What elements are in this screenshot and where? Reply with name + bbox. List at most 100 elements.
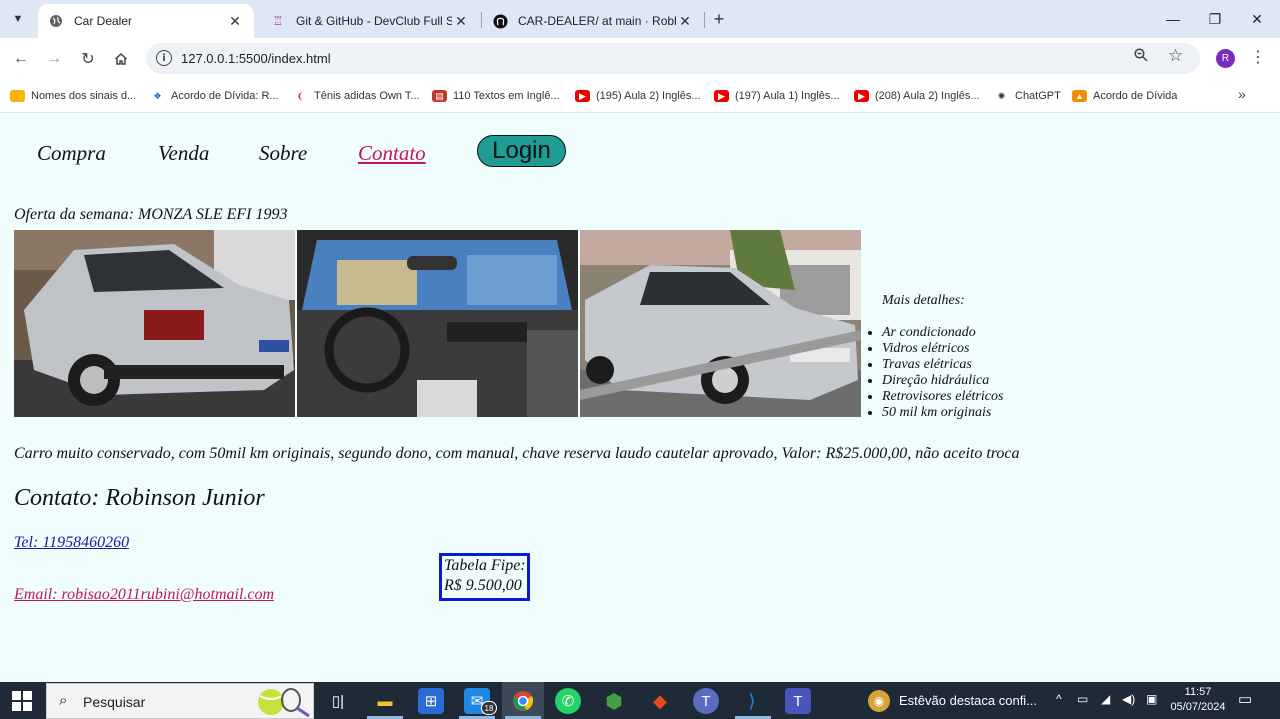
bookmark-item[interactable]: ▶ (208) Aula 2) Inglês...	[854, 87, 980, 105]
teams-new-icon[interactable]: T	[785, 688, 811, 714]
chrome-icon[interactable]	[510, 688, 536, 714]
details-item: Retrovisores elétricos	[882, 389, 1003, 405]
phone-link[interactable]: Tel: 11958460260	[14, 534, 129, 552]
meet-now-icon[interactable]: ▣	[1146, 692, 1157, 706]
close-icon[interactable]: ✕	[226, 12, 244, 30]
taskbar-search[interactable]: ⌕ Pesquisar	[46, 683, 314, 719]
tennis-illustration-icon	[255, 686, 311, 718]
bookmark-label: (208) Aula 2) Inglês...	[875, 90, 980, 102]
youtube-icon: ▶	[575, 90, 590, 102]
restore-icon[interactable]: ❐	[1194, 0, 1236, 38]
tab-title: CAR-DEALER/ at main · Robbie	[518, 14, 676, 28]
close-icon[interactable]: ✕	[452, 12, 470, 30]
nav-sobre[interactable]: Sobre	[259, 141, 307, 166]
contact-title: Contato: Robinson Junior	[14, 485, 265, 511]
bookmark-star-icon[interactable]: ☆	[1168, 46, 1183, 66]
profile-avatar[interactable]: R	[1216, 49, 1235, 68]
taskbar-clock[interactable]: 11:57 05/07/2024	[1166, 685, 1230, 715]
tab-search-icon[interactable]: ▼	[6, 7, 30, 31]
menu-icon[interactable]: ⋮	[1250, 47, 1266, 67]
chevron-right-icon[interactable]: »	[1238, 86, 1246, 102]
battery-icon[interactable]: ▭	[1077, 692, 1088, 706]
wifi-icon[interactable]: ◢	[1101, 692, 1110, 706]
bookmark-label: (195) Aula 2) Inglês...	[596, 90, 701, 102]
teams-icon[interactable]: T	[693, 688, 719, 714]
login-button[interactable]: Login	[477, 135, 566, 167]
nav-venda[interactable]: Venda	[158, 141, 209, 166]
zoom-icon[interactable]	[1134, 48, 1148, 66]
microsoft-store-icon[interactable]: ⊞	[418, 688, 444, 714]
document-icon: ▲	[1072, 90, 1087, 102]
tab-car-dealer-repo[interactable]: CAR-DEALER/ at main · Robbie ✕	[482, 4, 704, 38]
notification-icon[interactable]: ▭	[1238, 690, 1258, 710]
email-link[interactable]: Email: robisao2011rubini@hotmail.com	[14, 586, 274, 604]
git-icon[interactable]: ◆	[647, 688, 673, 714]
search-icon: ⌕	[59, 692, 68, 709]
close-icon[interactable]: ✕	[676, 12, 694, 30]
clock-date: 05/07/2024	[1170, 701, 1226, 713]
clock-time: 11:57	[1184, 686, 1212, 698]
forward-icon[interactable]: →	[41, 46, 67, 72]
fipe-label: Tabela Fipe:	[444, 557, 526, 574]
home-icon[interactable]	[108, 46, 134, 72]
details-item: 50 mil km originais	[882, 405, 1003, 421]
taskbar: ⌕ Pesquisar ▯| ▬ ⊞ ✉ 18 ✆ ⬢ ◆ T ⟩ T ◉ Es…	[0, 682, 1280, 719]
nav-contato[interactable]: Contato	[358, 141, 426, 166]
site-info-icon[interactable]: i	[156, 50, 172, 66]
details-item: Travas elétricas	[882, 357, 1003, 373]
bookmark-label: Nomes dos sinais d...	[31, 90, 137, 102]
mail-badge: 18	[481, 701, 497, 715]
whatsapp-icon[interactable]: ✆	[555, 688, 581, 714]
bookmark-label: (197) Aula 1) Inglês...	[735, 90, 840, 102]
bookmark-item[interactable]: ▶ (195) Aula 2) Inglês...	[575, 87, 701, 105]
minimize-icon[interactable]: —	[1152, 0, 1194, 38]
windows-start-icon[interactable]	[12, 691, 32, 711]
hand-icon	[10, 90, 25, 102]
bookmarks-bar: Nomes dos sinais d... ❖ Acordo de Dívida:…	[0, 79, 1280, 113]
car-front-photo	[580, 230, 861, 417]
bookmark-label: ChatGPT	[1015, 90, 1061, 102]
nav-compra[interactable]: Compra	[37, 141, 106, 166]
bookmark-item[interactable]: ❖ Acordo de Dívida: R...	[150, 87, 279, 105]
window-close-icon[interactable]: ✕	[1236, 0, 1278, 38]
vscode-icon[interactable]: ⟩	[739, 688, 765, 714]
netshoes-icon: ❨	[296, 90, 305, 101]
bookmark-item[interactable]: Nomes dos sinais d...	[10, 87, 136, 105]
globe-icon	[48, 13, 64, 29]
youtube-icon: ▶	[714, 90, 729, 102]
details-list: Ar condicionado Vidros elétricos Travas …	[882, 325, 1003, 421]
details-item: Direção hidráulica	[882, 373, 1003, 389]
tab-divider	[704, 12, 705, 28]
news-icon: ◉	[868, 689, 890, 712]
new-tab-icon[interactable]: +	[708, 8, 730, 30]
tab-title: Git & GitHub - DevClub Full Sta	[296, 14, 452, 28]
back-icon[interactable]: ←	[8, 46, 34, 72]
file-explorer-icon[interactable]: ▬	[372, 688, 398, 714]
car-rear-photo	[14, 230, 295, 417]
search-placeholder: Pesquisar	[83, 694, 146, 710]
chevron-up-icon[interactable]: ^	[1056, 692, 1062, 706]
bookmark-item[interactable]: ❨ Tênis adidas Own T...	[293, 87, 420, 105]
details-item: Ar condicionado	[882, 325, 1003, 341]
offer-title: Oferta da semana: MONZA SLE EFI 1993	[14, 206, 288, 223]
fipe-value: R$ 9.500,00	[444, 577, 522, 594]
bookmark-label: Acordo de Dívida: R...	[171, 90, 279, 102]
book-icon: ▤	[432, 90, 447, 102]
bookmark-item[interactable]: ▤ 110 Textos em Inglê...	[432, 87, 560, 105]
tab-title: Car Dealer	[74, 14, 133, 28]
bookmark-item[interactable]: ▶ (197) Aula 1) Inglês...	[714, 87, 840, 105]
news-widget[interactable]: ◉ Estêvão destaca confi...	[868, 682, 1037, 719]
bookmark-item[interactable]: ▲ Acordo de Dívida	[1072, 87, 1177, 105]
bookmark-item[interactable]: ✺ ChatGPT	[994, 87, 1061, 105]
tab-car-dealer[interactable]: Car Dealer ✕	[38, 4, 254, 38]
tab-git-github[interactable]: ♖ Git & GitHub - DevClub Full Sta ✕	[260, 4, 480, 38]
volume-icon[interactable]: ◀)	[1122, 692, 1135, 706]
nodejs-icon[interactable]: ⬢	[601, 688, 627, 714]
page-content: Compra Venda Sobre Contato Login Oferta …	[0, 113, 1280, 682]
reload-icon[interactable]: ↻	[75, 46, 101, 72]
url-text: 127.0.0.1:5500/index.html	[181, 51, 331, 66]
car-interior-photo	[297, 230, 578, 417]
address-bar[interactable]: i 127.0.0.1:5500/index.html ☆	[146, 43, 1200, 74]
details-title: Mais detalhes:	[882, 293, 965, 308]
task-view-icon[interactable]: ▯|	[325, 688, 351, 714]
